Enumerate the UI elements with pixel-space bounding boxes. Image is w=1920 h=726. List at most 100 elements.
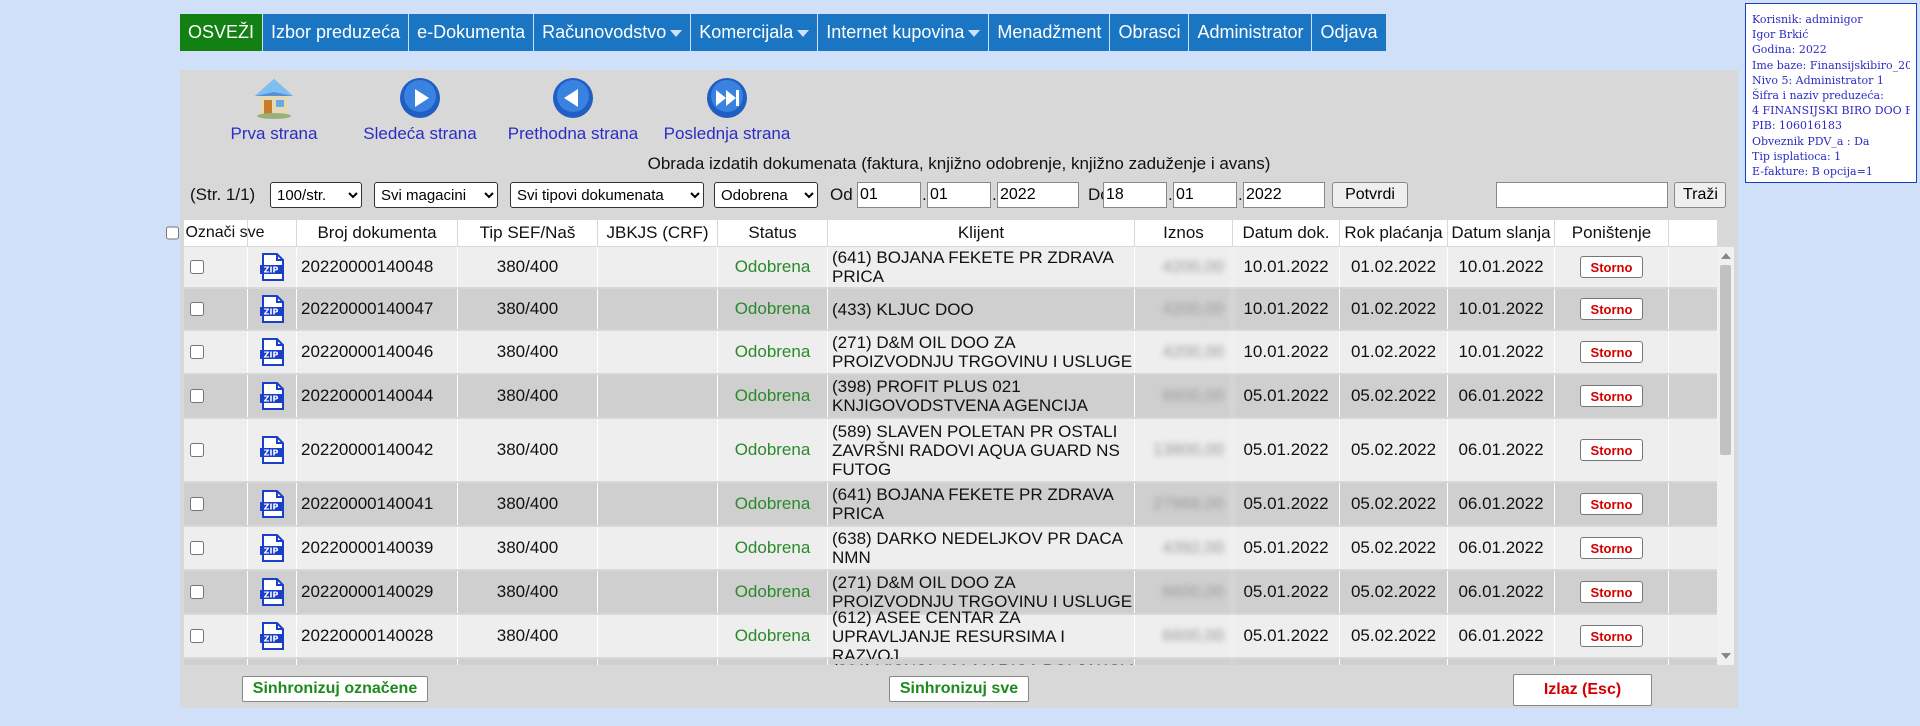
cell-datum: 10.01.2022 [1233, 289, 1340, 329]
cell-klijent-text: (589) SLAVEN POLETAN PR OSTALI ZAVRŠNI R… [832, 421, 1120, 479]
col-status[interactable]: Status [718, 220, 828, 246]
cell-broj: 20220000140048 [297, 247, 458, 287]
row-checkbox[interactable] [190, 260, 204, 274]
cell-broj: 20220000140039 [297, 527, 458, 569]
nav-logout[interactable]: Odjava [1312, 14, 1387, 51]
col-slanje[interactable]: Datum slanja [1448, 220, 1555, 246]
scroll-down-icon[interactable] [1721, 653, 1731, 659]
cell-status: Odobrena [718, 615, 828, 657]
table-row: ZIP 20220000140047 380/400 Odobrena (433) KL… [184, 289, 1717, 329]
nav-administrator[interactable]: Administrator [1189, 14, 1313, 51]
col-tip[interactable]: Tip SEF/Naš [458, 220, 598, 246]
row-checkbox[interactable] [190, 585, 204, 599]
cell-datum: 10.01.2022 [1233, 331, 1340, 373]
to-year-input[interactable] [1243, 182, 1325, 208]
zip-file-icon[interactable]: ZIP [257, 435, 287, 465]
cell-klijent-text: (271) D&M OIL DOO ZA PROIZVODNJU TRGOVIN… [832, 333, 1133, 371]
play-icon [400, 78, 440, 118]
row-checkbox[interactable] [190, 443, 204, 457]
scroll-up-icon[interactable] [1721, 253, 1731, 259]
cell-jbkjs [598, 375, 718, 417]
scroll-thumb[interactable] [1720, 265, 1731, 455]
cell-slanje-text: 10.01.2022 [1458, 299, 1544, 318]
row-checkbox[interactable] [190, 541, 204, 555]
table-row: ZIP 20220000140046 380/400 Odobrena (271) D&… [184, 331, 1717, 373]
next-page-button[interactable]: Sledeća strana [350, 70, 490, 144]
prev-page-button[interactable]: Prethodna strana [498, 70, 648, 144]
storno-button[interactable]: Storno [1579, 493, 1644, 515]
storno-button[interactable]: Storno [1579, 439, 1644, 461]
back-icon [553, 78, 593, 118]
storno-button[interactable]: Storno [1579, 256, 1644, 278]
zip-file-icon[interactable]: ZIP [257, 489, 287, 519]
nav-forms[interactable]: Obrasci [1110, 14, 1190, 51]
nav-internet-shopping[interactable]: Internet kupovina [818, 14, 990, 51]
cell-slanje: 06.01.2022 [1448, 483, 1555, 525]
cell-storno: Storno [1555, 289, 1669, 329]
doc-type-select[interactable]: Svi tipovi dokumenata [510, 182, 704, 208]
storno-button[interactable]: Storno [1579, 385, 1644, 407]
from-day-input[interactable] [857, 182, 921, 208]
zip-file-icon[interactable]: ZIP [257, 381, 287, 411]
cell-jbkjs [598, 247, 718, 287]
cell-rok-text: 05.02.2022 [1350, 494, 1437, 513]
cell-datum-text: 10.01.2022 [1243, 299, 1329, 318]
col-ponistenje[interactable]: Poništenje [1555, 220, 1669, 246]
to-day-input[interactable] [1103, 182, 1167, 208]
row-checkbox[interactable] [190, 302, 204, 316]
sync-all-button[interactable]: Sinhronizuj sve [889, 676, 1029, 702]
pagination-toolbar: Prva strana Sledeća strana Prethodna str… [180, 70, 1738, 153]
confirm-button[interactable]: Potvrdi [1332, 182, 1408, 208]
col-iznos[interactable]: Iznos [1135, 220, 1233, 246]
main-panel: Prva strana Sledeća strana Prethodna str… [166, 70, 1738, 708]
nav-e-documents[interactable]: e-Dokumenta [409, 14, 535, 51]
zip-file-icon[interactable]: ZIP [257, 577, 287, 607]
sync-selected-button[interactable]: Sinhronizuj označene [242, 676, 428, 702]
zip-file-icon[interactable]: ZIP [257, 294, 287, 324]
status-select[interactable]: Odobrena [714, 182, 818, 208]
table-scrollbar[interactable] [1717, 247, 1734, 665]
row-checkbox[interactable] [190, 345, 204, 359]
cell-tip: 380/400 [458, 483, 598, 525]
nav-refresh[interactable]: OSVEŽI [180, 14, 264, 51]
col-broj[interactable]: Broj dokumenta [297, 220, 458, 246]
row-checkbox[interactable] [190, 389, 204, 403]
row-checkbox[interactable] [190, 629, 204, 643]
nav-management[interactable]: Menadžment [989, 14, 1111, 51]
nav-company-select[interactable]: Izbor preduzeća [263, 14, 410, 51]
cell-iznos: 4200,00 [1135, 247, 1233, 287]
from-month-input[interactable] [927, 182, 991, 208]
to-month-input[interactable] [1173, 182, 1237, 208]
storno-button[interactable]: Storno [1579, 581, 1644, 603]
zip-file-icon[interactable]: ZIP [257, 621, 287, 651]
storno-button[interactable]: Storno [1579, 625, 1644, 647]
col-rok[interactable]: Rok plaćanja [1340, 220, 1448, 246]
zip-file-icon[interactable]: ZIP [257, 252, 287, 282]
zip-file-icon[interactable]: ZIP [257, 533, 287, 563]
storno-button[interactable]: Storno [1579, 537, 1644, 559]
col-datum[interactable]: Datum dok. [1233, 220, 1340, 246]
col-klijent[interactable]: Klijent [828, 220, 1135, 246]
from-year-input[interactable] [997, 182, 1079, 208]
storno-button[interactable]: Storno [1579, 298, 1644, 320]
warehouse-select[interactable]: Svi magacini [374, 182, 498, 208]
zip-file-icon[interactable]: ZIP [257, 337, 287, 367]
last-page-button[interactable]: Poslednja strana [652, 70, 802, 144]
cell-broj: 20220000140044 [297, 375, 458, 417]
exit-button[interactable]: Izlaz (Esc) [1513, 674, 1652, 706]
fast-forward-icon [707, 78, 747, 118]
cell-datum: 05.01.2022 [1233, 571, 1340, 613]
row-checkbox[interactable] [190, 497, 204, 511]
cell-storno: Storno [1555, 615, 1669, 657]
search-button[interactable]: Traži [1674, 182, 1726, 208]
select-all-checkbox[interactable] [166, 226, 180, 240]
cell-chk [184, 615, 248, 657]
search-input[interactable] [1496, 182, 1668, 208]
storno-button[interactable]: Storno [1579, 341, 1644, 363]
col-jbkjs[interactable]: JBKJS (CRF) [598, 220, 718, 246]
nav-accounting[interactable]: Računovodstvo [534, 14, 692, 51]
per-page-select[interactable]: 100/str. [270, 182, 362, 208]
cell-chk [184, 571, 248, 613]
nav-commercial[interactable]: Komercijala [691, 14, 819, 51]
first-page-button[interactable]: Prva strana [214, 70, 334, 144]
